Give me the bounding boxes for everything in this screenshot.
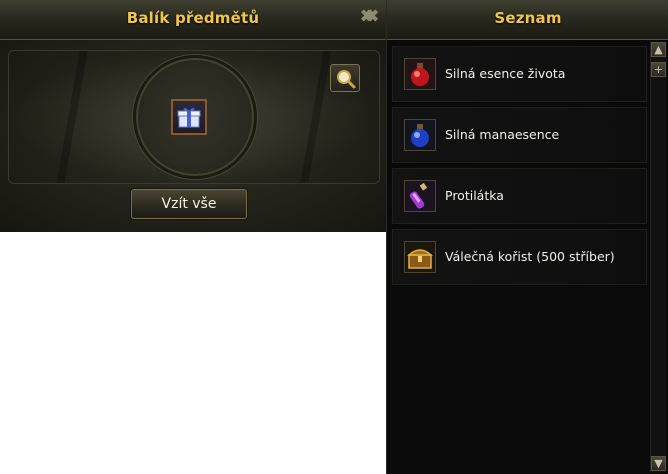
list-titlebar[interactable]: Seznam ✖	[364, 0, 668, 40]
list-item-label: Silná manaesence	[445, 127, 560, 142]
list-item-label: Protilátka	[445, 188, 504, 203]
list-item[interactable]: Silná esence života	[392, 46, 647, 102]
red-potion-icon	[404, 58, 436, 90]
magnifier-icon	[337, 70, 356, 89]
package-titlebar[interactable]: Balík předmětů ✖	[0, 0, 386, 40]
package-window: Balík předmětů ✖ Vzít vše	[0, 0, 386, 232]
inspect-button[interactable]	[330, 64, 360, 92]
list-title: Seznam	[494, 9, 562, 27]
scroll-down-icon[interactable]: ▼	[651, 456, 666, 471]
item-list-window: Seznam ✖ Silná esence života Silná manae…	[364, 0, 668, 474]
list-item[interactable]: Protilátka	[392, 168, 647, 224]
list-scrollbar[interactable]: ▲ + ▼	[650, 42, 666, 472]
list-item-label: Silná esence života	[445, 66, 566, 81]
gift-box-icon	[177, 107, 201, 128]
item-list: Silná esence života Silná manaesence Pro…	[387, 40, 668, 474]
purple-vial-icon	[404, 180, 436, 212]
blue-potion-icon	[404, 119, 436, 151]
treasure-chest-icon	[404, 241, 436, 273]
take-all-button[interactable]: Vzít vše	[131, 189, 247, 219]
scroll-plus-icon[interactable]: +	[651, 62, 666, 77]
package-title: Balík předmětů	[126, 9, 260, 27]
list-item[interactable]: Silná manaesence	[392, 107, 647, 163]
gift-box-slot[interactable]	[171, 99, 207, 135]
scroll-up-icon[interactable]: ▲	[651, 42, 666, 57]
list-item-label: Válečná kořist (500 stříber)	[445, 249, 615, 264]
list-item[interactable]: Válečná kořist (500 stříber)	[392, 229, 647, 285]
list-close-icon[interactable]: ✖	[363, 8, 381, 26]
